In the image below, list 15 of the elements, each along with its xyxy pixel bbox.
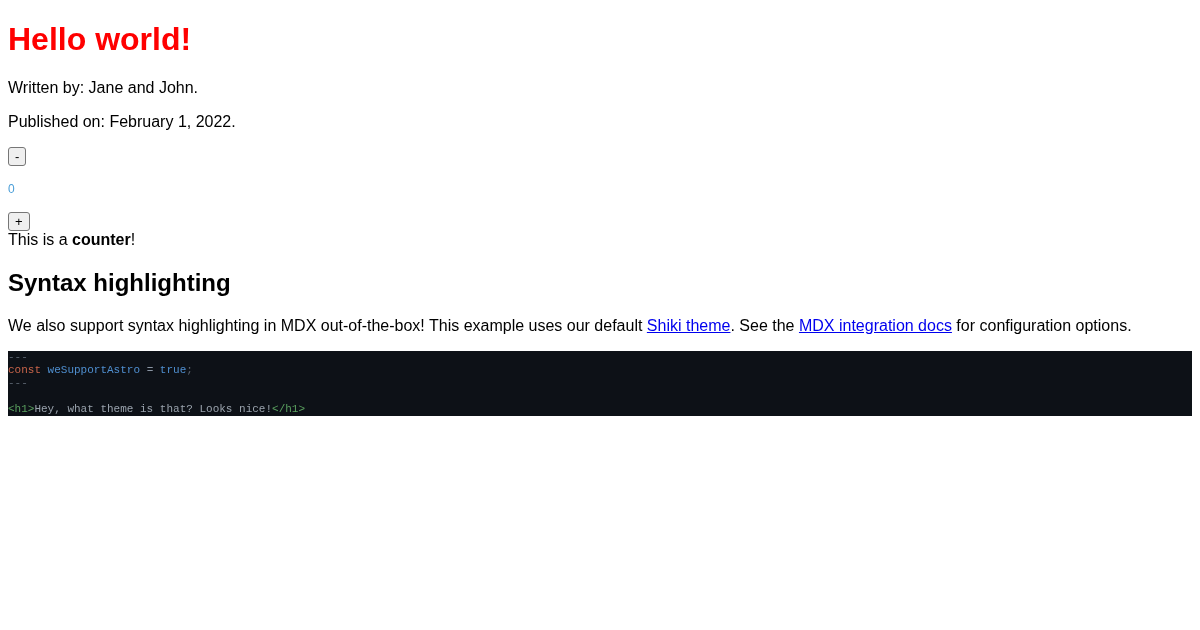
code-line: <h1>Hey, what theme is that? Looks nice!</h1>: [8, 403, 307, 416]
increment-button[interactable]: +: [8, 212, 30, 231]
code-line: ---: [8, 377, 29, 390]
counter-caption: This is a counter!: [8, 231, 137, 249]
page-title: Hello world!: [8, 21, 193, 58]
code-line: const weSupportAstro = true;: [8, 364, 194, 377]
byline: Written by: Jane and John.: [8, 79, 200, 97]
counter-value: 0: [8, 182, 15, 196]
doc-link[interactable]: MDX integration docs: [798, 317, 952, 334]
intro-paragraph: We also support syntax highlighting in MDX out-of-the-box! This example uses our default Shiki theme. See the MDX integration docs for configuration options.: [8, 317, 1133, 335]
doc-link[interactable]: Shiki theme: [646, 317, 731, 334]
code-line: ---: [8, 351, 29, 364]
publish-date: Published on: February 1, 2022.: [8, 113, 237, 131]
section-heading: Syntax highlighting: [8, 269, 232, 297]
decrement-button[interactable]: -: [8, 147, 27, 166]
